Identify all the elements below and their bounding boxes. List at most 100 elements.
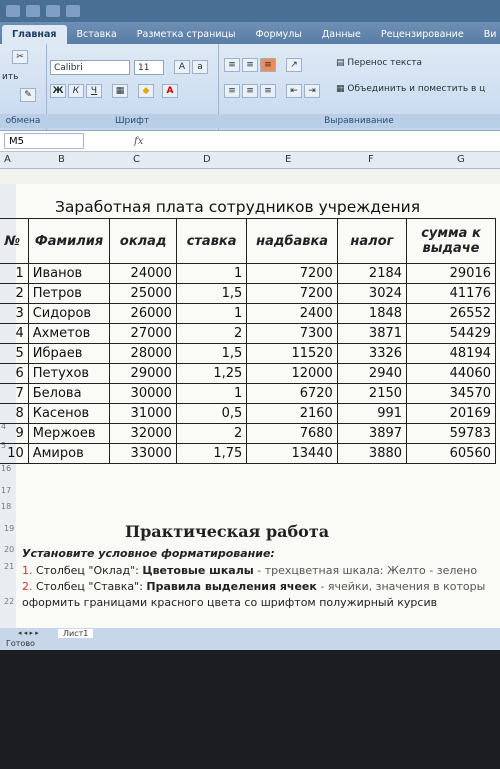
- align-top-icon[interactable]: ≡: [224, 58, 240, 72]
- cell-tax[interactable]: 1848: [336, 303, 408, 324]
- indent-decrease-icon[interactable]: ⇤: [286, 84, 302, 98]
- cell-surname[interactable]: Иванов: [27, 263, 111, 284]
- tab-page-layout[interactable]: Разметка страницы: [127, 25, 246, 44]
- row-number[interactable]: 20: [4, 545, 14, 554]
- row-number[interactable]: 21: [4, 562, 14, 571]
- align-left-icon[interactable]: ≡: [224, 84, 240, 98]
- cell-rate[interactable]: 1: [175, 383, 248, 404]
- cell-tax[interactable]: 2940: [336, 363, 408, 384]
- practice-title[interactable]: Практическая работа: [125, 522, 329, 541]
- wrap-text-button[interactable]: ▤ Перенос текста: [336, 58, 422, 68]
- header-tax[interactable]: налог: [336, 218, 408, 264]
- undo-icon[interactable]: [46, 5, 60, 17]
- row-number[interactable]: 17: [1, 486, 11, 495]
- header-total[interactable]: сумма к выдаче: [406, 218, 496, 264]
- cell-salary[interactable]: 31000: [109, 403, 177, 424]
- office-button[interactable]: [6, 5, 20, 17]
- cell-total[interactable]: 59783: [406, 423, 496, 444]
- col-header-d[interactable]: D: [203, 154, 211, 165]
- row-number[interactable]: 22: [4, 597, 14, 606]
- cell-bonus[interactable]: 11520: [246, 343, 338, 364]
- fx-icon[interactable]: fx: [134, 136, 143, 147]
- col-header-f[interactable]: F: [368, 154, 374, 165]
- tab-review[interactable]: Рецензирование: [371, 25, 474, 44]
- shrink-font-icon[interactable]: a: [192, 60, 208, 74]
- cell-total[interactable]: 26552: [406, 303, 496, 324]
- col-header-e[interactable]: E: [285, 154, 291, 165]
- cell-surname[interactable]: Касенов: [27, 403, 111, 424]
- task-3[interactable]: оформить границами красного цвета со шри…: [22, 596, 437, 609]
- orientation-icon[interactable]: ↗: [286, 58, 302, 72]
- cell-total[interactable]: 34570: [406, 383, 496, 404]
- cell-surname[interactable]: Белова: [27, 383, 111, 404]
- sheet-tab[interactable]: Лист1: [58, 629, 94, 638]
- col-header-b[interactable]: B: [58, 154, 65, 165]
- cell-bonus[interactable]: 13440: [246, 443, 338, 464]
- cell-salary[interactable]: 33000: [109, 443, 177, 464]
- task-intro[interactable]: Установите условное форматирование:: [22, 547, 275, 560]
- cell-total[interactable]: 29016: [406, 263, 496, 284]
- cell-rate[interactable]: 1: [175, 263, 248, 284]
- cell-salary[interactable]: 28000: [109, 343, 177, 364]
- tab-formulas[interactable]: Формулы: [245, 25, 311, 44]
- cut-icon[interactable]: ✂: [12, 50, 28, 64]
- cell-salary[interactable]: 29000: [109, 363, 177, 384]
- task-1[interactable]: 1. Столбец "Оклад": Цветовые шкалы - тре…: [22, 564, 477, 577]
- row-number[interactable]: 19: [4, 524, 14, 533]
- borders-icon[interactable]: ▦: [112, 84, 128, 98]
- tab-home[interactable]: Главная: [2, 25, 67, 44]
- cell-rate[interactable]: 1: [175, 303, 248, 324]
- cell-surname[interactable]: Ибраев: [27, 343, 111, 364]
- cell-salary[interactable]: 24000: [109, 263, 177, 284]
- sheet-nav-arrows[interactable]: ◂ ◂ ▸ ▸: [18, 629, 39, 637]
- cell-number[interactable]: 10: [0, 443, 29, 464]
- name-box[interactable]: M5: [4, 133, 84, 149]
- cell-bonus[interactable]: 12000: [246, 363, 338, 384]
- cell-tax[interactable]: 3024: [336, 283, 408, 304]
- cell-rate[interactable]: 1,5: [175, 343, 248, 364]
- cell-surname[interactable]: Петухов: [27, 363, 111, 384]
- header-bonus[interactable]: надбавка: [246, 218, 338, 264]
- cell-surname[interactable]: Мержоев: [27, 423, 111, 444]
- cell-salary[interactable]: 30000: [109, 383, 177, 404]
- row-number[interactable]: 16: [1, 464, 11, 473]
- fill-color-icon[interactable]: ◆: [138, 84, 154, 98]
- cell-rate[interactable]: 1,25: [175, 363, 248, 384]
- cell-bonus[interactable]: 7200: [246, 283, 338, 304]
- bold-button[interactable]: Ж: [50, 84, 66, 98]
- cell-number[interactable]: 6: [0, 363, 29, 384]
- cell-salary[interactable]: 32000: [109, 423, 177, 444]
- merge-center-button[interactable]: ▦ Объединить и поместить в ц: [336, 84, 485, 94]
- cell-tax[interactable]: 3871: [336, 323, 408, 344]
- cell-tax[interactable]: 3880: [336, 443, 408, 464]
- cell-total[interactable]: 60560: [406, 443, 496, 464]
- font-size-select[interactable]: 11: [134, 60, 164, 75]
- align-bottom-icon[interactable]: ≡: [260, 58, 276, 72]
- col-header-a[interactable]: A: [4, 154, 11, 165]
- col-header-g[interactable]: G: [457, 154, 465, 165]
- cell-number[interactable]: 3: [0, 303, 29, 324]
- cell-bonus[interactable]: 2400: [246, 303, 338, 324]
- cell-surname[interactable]: Ахметов: [27, 323, 111, 344]
- paste-label[interactable]: ить: [2, 72, 18, 82]
- cell-salary[interactable]: 27000: [109, 323, 177, 344]
- cell-tax[interactable]: 3897: [336, 423, 408, 444]
- cell-tax[interactable]: 991: [336, 403, 408, 424]
- align-center-icon[interactable]: ≡: [242, 84, 258, 98]
- tab-view[interactable]: Ви: [474, 25, 500, 44]
- header-surname[interactable]: Фамилия: [27, 218, 111, 264]
- cell-number[interactable]: 7: [0, 383, 29, 404]
- indent-increase-icon[interactable]: ⇥: [304, 84, 320, 98]
- cell-number[interactable]: 8: [0, 403, 29, 424]
- tab-data[interactable]: Данные: [312, 25, 371, 44]
- cell-bonus[interactable]: 6720: [246, 383, 338, 404]
- cell-rate[interactable]: 0,5: [175, 403, 248, 424]
- cell-number[interactable]: 9: [0, 423, 29, 444]
- cell-salary[interactable]: 25000: [109, 283, 177, 304]
- cell-total[interactable]: 20169: [406, 403, 496, 424]
- cell-total[interactable]: 41176: [406, 283, 496, 304]
- cell-surname[interactable]: Петров: [27, 283, 111, 304]
- cell-tax[interactable]: 2150: [336, 383, 408, 404]
- cell-total[interactable]: 54429: [406, 323, 496, 344]
- cell-number[interactable]: 5: [0, 343, 29, 364]
